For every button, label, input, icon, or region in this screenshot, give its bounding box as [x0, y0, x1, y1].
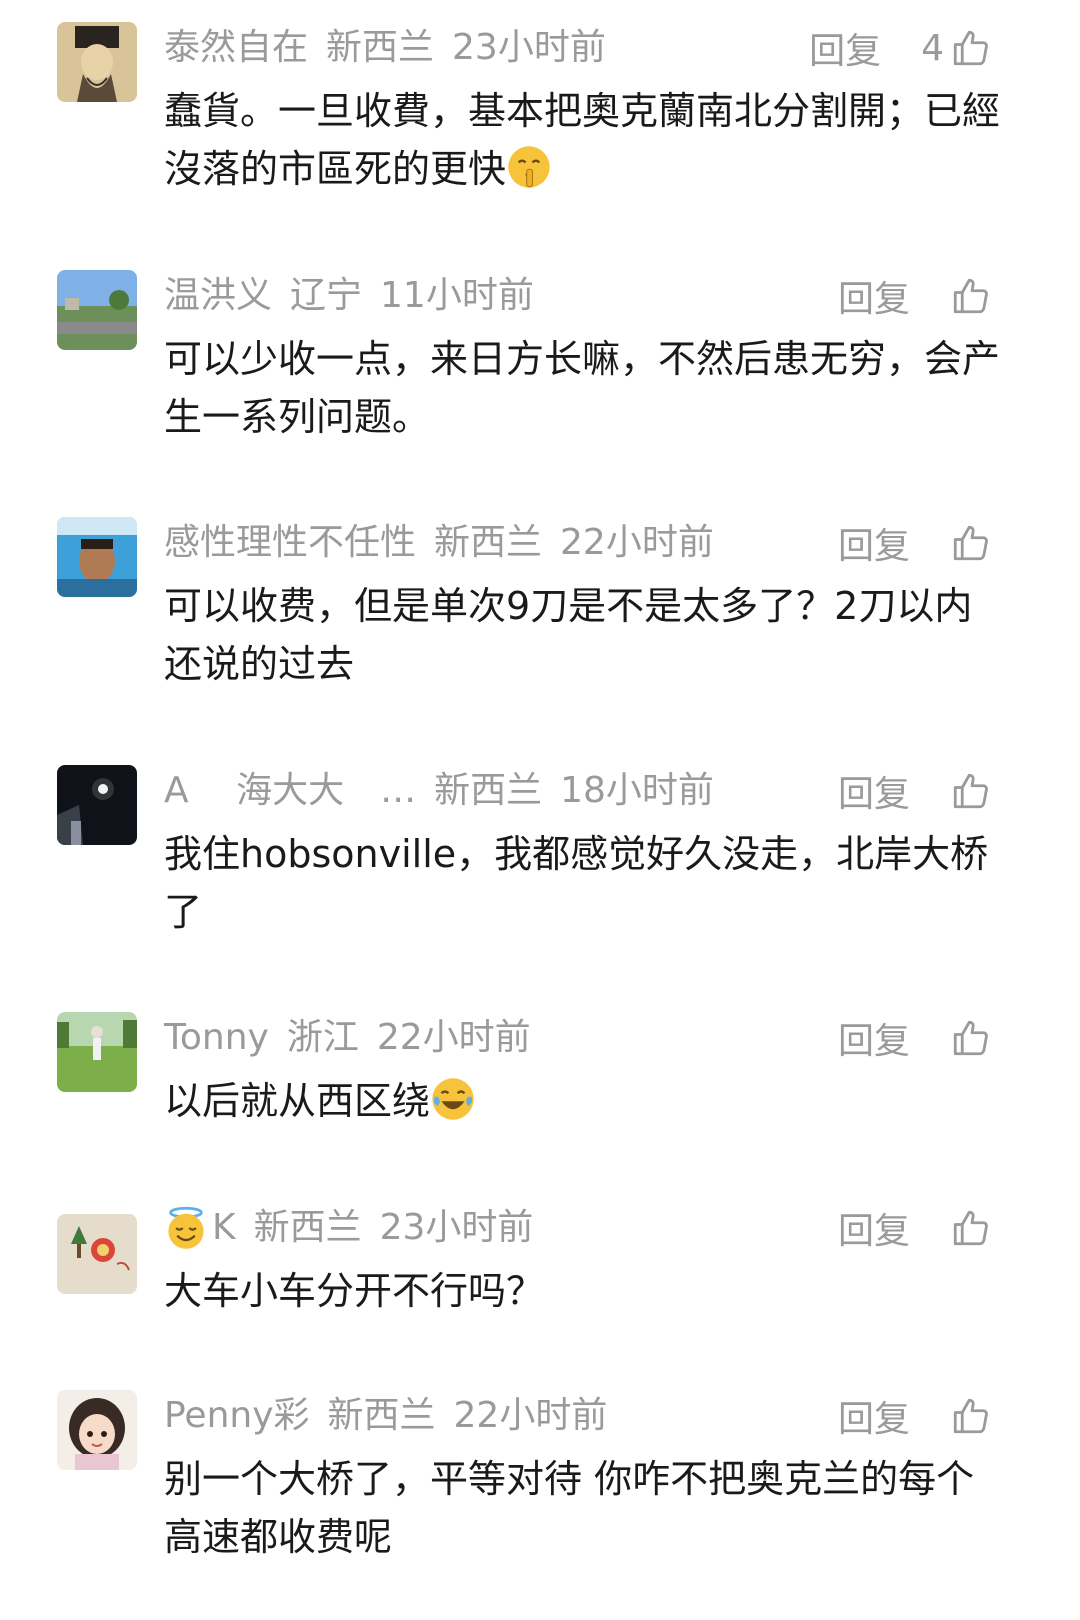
thumbs-up-icon[interactable]	[950, 1207, 992, 1249]
author-name[interactable]: K	[212, 1206, 236, 1250]
timestamp: 22小时前	[560, 522, 714, 563]
timestamp: 11小时前	[380, 275, 534, 316]
comment-body: 我住hobsonville，我都感觉好久没走，北岸大桥了	[164, 832, 989, 934]
comment-actions: 回复 4	[809, 26, 992, 72]
avatar[interactable]	[57, 517, 137, 597]
comment-actions: 回复	[838, 1206, 992, 1252]
avatar[interactable]	[57, 22, 137, 102]
comment-body: 蠢貨。一旦收費，基本把奧克蘭南北分割開；已經沒落的市區死的更快	[164, 89, 1001, 191]
comment-body: 以后就从西区绕	[164, 1079, 431, 1123]
comment-actions: 回复	[838, 274, 992, 320]
location: 新西兰	[434, 522, 543, 563]
shushing-face-icon	[508, 146, 550, 188]
author-name[interactable]: A 海大大 …	[164, 769, 416, 813]
comment-text: 我住hobsonville，我都感觉好久没走，北岸大桥了	[164, 825, 1004, 941]
comment-meta: Penny彩 新西兰 22小时前	[164, 1394, 625, 1438]
comment-text: 蠢貨。一旦收費，基本把奧克蘭南北分割開；已經沒落的市區死的更快	[164, 82, 1004, 198]
avatar[interactable]	[57, 765, 137, 845]
location: 新西兰	[434, 770, 543, 811]
location: 新西兰	[327, 1395, 436, 1436]
halo-face-icon	[168, 1206, 204, 1249]
comment-body: 大车小车分开不行吗？	[164, 1269, 545, 1313]
author-name[interactable]: Tonny	[164, 1016, 269, 1060]
comment-text: 大车小车分开不行吗？	[164, 1262, 1004, 1320]
reply-button[interactable]: 回复	[838, 270, 910, 322]
avatar[interactable]	[57, 270, 137, 350]
thumbs-up-icon[interactable]	[950, 275, 992, 317]
like-count: 4	[921, 27, 944, 69]
comment-text: 可以少收一点，来日方长嘛，不然后患无穷，会产生一系列问题。	[164, 330, 1004, 446]
author-name[interactable]: 感性理性不任性	[164, 521, 416, 565]
location: 浙江	[286, 1017, 359, 1058]
avatar[interactable]	[57, 1390, 137, 1470]
comment-list: 泰然自在 新西兰 23小时前 回复 4 蠢貨。一旦收費，基本把奧克蘭南北分割開；…	[0, 0, 1080, 1620]
thumbs-up-icon[interactable]	[950, 1017, 992, 1059]
comment-text: 别一个大桥了，平等对待 你咋不把奥克兰的每个高速都收费呢	[164, 1450, 1004, 1566]
comment-actions: 回复	[838, 521, 992, 567]
reply-button[interactable]: 回复	[838, 765, 910, 817]
reply-button[interactable]: 回复	[838, 517, 910, 569]
comment-meta: 温洪义 辽宁 11小时前	[164, 274, 552, 318]
reply-button[interactable]: 回复	[809, 22, 881, 74]
comment-meta: Tonny 浙江 22小时前	[164, 1016, 549, 1060]
comment-text: 以后就从西区绕	[164, 1072, 1004, 1130]
thumbs-up-icon[interactable]	[950, 770, 992, 812]
comment-actions: 回复	[838, 1016, 992, 1062]
comment-meta: 感性理性不任性 新西兰 22小时前	[164, 521, 732, 565]
author-name[interactable]: 温洪义	[164, 274, 272, 318]
reply-button[interactable]: 回复	[838, 1012, 910, 1064]
author-name[interactable]: Penny彩	[164, 1394, 310, 1438]
comment-meta: A 海大大 … 新西兰 18小时前	[164, 769, 732, 813]
thumbs-up-icon[interactable]	[950, 1395, 992, 1437]
author-name[interactable]: 泰然自在	[164, 26, 308, 70]
comment-body: 可以少收一点，来日方长嘛，不然后患无穷，会产生一系列问题。	[164, 337, 1001, 439]
timestamp: 22小时前	[453, 1395, 608, 1436]
avatar[interactable]	[57, 1012, 137, 1092]
comment-meta: K 新西兰 23小时前	[164, 1206, 551, 1250]
comment-meta: 泰然自在 新西兰 23小时前	[164, 26, 624, 70]
timestamp: 22小时前	[376, 1017, 531, 1058]
location: 新西兰	[326, 27, 435, 68]
location: 新西兰	[253, 1207, 362, 1248]
comment-actions: 回复	[838, 1394, 992, 1440]
thumbs-up-icon[interactable]	[950, 27, 992, 69]
reply-button[interactable]: 回复	[838, 1390, 910, 1442]
location: 辽宁	[290, 275, 363, 316]
thumbs-up-icon[interactable]	[950, 522, 992, 564]
timestamp: 23小时前	[452, 27, 606, 68]
comment-body: 别一个大桥了，平等对待 你咋不把奥克兰的每个高速都收费呢	[164, 1457, 975, 1559]
comment-actions: 回复	[838, 769, 992, 815]
tears-of-joy-icon	[432, 1078, 474, 1120]
timestamp: 23小时前	[379, 1207, 534, 1248]
reply-button[interactable]: 回复	[838, 1202, 910, 1254]
comment-text: 可以收费，但是单次9刀是不是太多了？2刀以内还说的过去	[164, 577, 1004, 693]
timestamp: 18小时前	[560, 770, 714, 811]
comment-body: 可以收费，但是单次9刀是不是太多了？2刀以内还说的过去	[164, 584, 973, 686]
avatar[interactable]	[57, 1214, 137, 1294]
